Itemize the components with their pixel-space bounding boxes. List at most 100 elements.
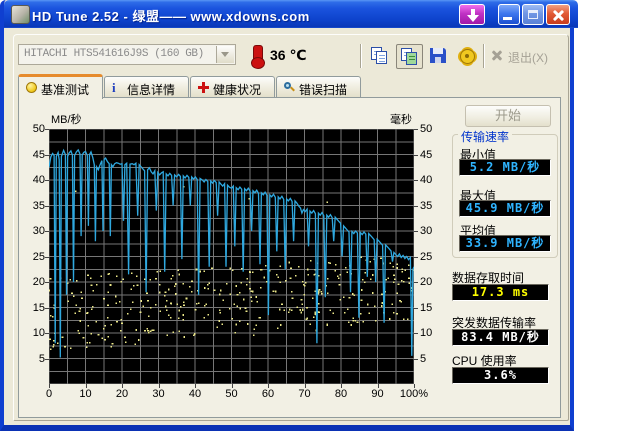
minimize-icon	[503, 17, 512, 20]
tick-label	[85, 384, 87, 388]
options-icon	[460, 49, 475, 64]
tick-label	[45, 333, 49, 334]
tick-label	[414, 307, 418, 309]
toolbar-separator	[360, 44, 362, 68]
tick-label: 50	[420, 123, 433, 135]
exit-label: 退出(X)	[508, 51, 548, 65]
tick-label: 50	[32, 123, 45, 135]
download-button[interactable]	[459, 4, 485, 25]
tick-label: 40	[420, 174, 433, 186]
save-icon	[430, 48, 446, 63]
tick-label	[414, 231, 418, 232]
tick-label	[45, 282, 49, 283]
tick-label: 0	[45, 388, 53, 400]
close-button[interactable]	[546, 4, 570, 25]
tick-label	[414, 282, 418, 283]
tick-label: 10	[420, 327, 433, 339]
app-icon[interactable]	[11, 5, 30, 24]
right-axis-label: 毫秒	[390, 114, 412, 126]
benchmark-chart	[48, 128, 415, 385]
tick-label: 20	[32, 276, 45, 288]
tick-label: 30	[152, 388, 165, 400]
access-time-lcd: 17.3 ms	[452, 284, 549, 301]
tick-label	[45, 358, 49, 360]
cpu-usage-lcd: 3.6%	[452, 367, 549, 384]
tick-label: 40	[188, 388, 202, 400]
tab-error-scan[interactable]: 错误扫描	[276, 76, 361, 98]
tick-label: 45	[420, 148, 433, 161]
tick-label	[45, 256, 49, 258]
tick-label: 50	[225, 388, 238, 400]
tab-health[interactable]: 健康状况	[190, 76, 275, 98]
info-icon: i	[112, 80, 116, 95]
minimize-button[interactable]	[498, 4, 520, 25]
burst-rate-lcd: 83.4 MB/秒	[452, 329, 549, 346]
tick-label	[231, 384, 233, 388]
lightbulb-icon	[26, 82, 37, 93]
tick-label: 25	[420, 250, 433, 263]
tick-label: 10	[32, 327, 45, 339]
tick-label: 15	[32, 301, 45, 314]
tick-label	[414, 358, 418, 360]
tick-label	[414, 256, 418, 258]
tab-benchmark[interactable]: 基准测试	[18, 74, 103, 99]
app-window: HD Tune 2.52 - 绿盟—— www.xdowns.com HITAC…	[0, 0, 578, 431]
tick-label	[304, 384, 306, 388]
drive-select-combo[interactable]: HITACHI HTS541616J9S (160 GB)	[18, 44, 236, 65]
tick-label: 90	[371, 388, 384, 400]
tab-info[interactable]: i 信息详情	[104, 76, 189, 98]
save-screenshot-button[interactable]	[425, 44, 452, 69]
exit-button[interactable]: 退出(X)	[488, 44, 562, 69]
title-bar: HD Tune 2.52 - 绿盟—— www.xdowns.com	[4, 0, 578, 28]
tick-label: 20	[115, 388, 129, 400]
combo-dropdown-button[interactable]	[216, 46, 234, 63]
tick-label	[49, 384, 50, 388]
tick-label: 10	[79, 388, 92, 400]
tick-label	[377, 384, 379, 388]
tick-label: 40	[32, 174, 45, 186]
tick-label	[195, 384, 196, 388]
start-button[interactable]: 开始	[465, 105, 551, 127]
copy-text-button[interactable]	[367, 44, 394, 69]
tick-label: 100%	[399, 388, 429, 400]
tick-label: 70	[298, 388, 311, 400]
transfer-rate-group-title: 传输速率	[458, 128, 513, 145]
tick-label	[414, 205, 418, 207]
tick-label	[414, 154, 418, 156]
tick-label: 30	[420, 225, 433, 237]
options-button[interactable]	[453, 44, 480, 69]
chevron-down-icon	[221, 52, 229, 57]
tick-label	[268, 384, 269, 388]
tick-label	[45, 154, 49, 156]
window-title: HD Tune 2.52 - 绿盟—— www.xdowns.com	[32, 9, 310, 24]
tick-label	[414, 333, 418, 334]
tick-label: 15	[420, 301, 433, 314]
tick-label	[45, 307, 49, 309]
left-axis-label: MB/秒	[51, 114, 82, 126]
tick-label: 60	[261, 388, 275, 400]
tick-label	[122, 384, 123, 388]
maximize-button[interactable]	[522, 4, 544, 25]
avg-value-lcd: 33.9 MB/秒	[459, 235, 551, 252]
tick-label	[45, 231, 49, 232]
tick-label: 5	[420, 352, 427, 365]
tick-label: 25	[32, 250, 45, 263]
drive-select-value: HITACHI HTS541616J9S (160 GB)	[24, 48, 204, 60]
min-value-lcd: 5.2 MB/秒	[459, 159, 551, 176]
benchmark-page: MB/秒 毫秒 50 50 45 45 40 40 35 35 30 30 25 25 20 20 15 15…	[18, 97, 561, 418]
tick-label: 80	[334, 388, 348, 400]
max-value-lcd: 45.9 MB/秒	[459, 200, 551, 217]
tick-label	[158, 384, 160, 388]
tick-label: 35	[32, 199, 45, 212]
tick-label: 35	[420, 199, 433, 212]
copy-screenshot-button[interactable]	[396, 44, 423, 69]
tick-label	[414, 129, 418, 130]
tick-label	[45, 129, 49, 130]
toolbar-separator	[483, 44, 485, 68]
tick-label: 5	[38, 352, 45, 365]
tick-label: 45	[32, 148, 45, 161]
tick-label	[414, 180, 418, 181]
tick-label	[414, 384, 415, 388]
tick-label: 30	[32, 225, 45, 237]
temperature-value: 36 ℃	[270, 47, 307, 63]
